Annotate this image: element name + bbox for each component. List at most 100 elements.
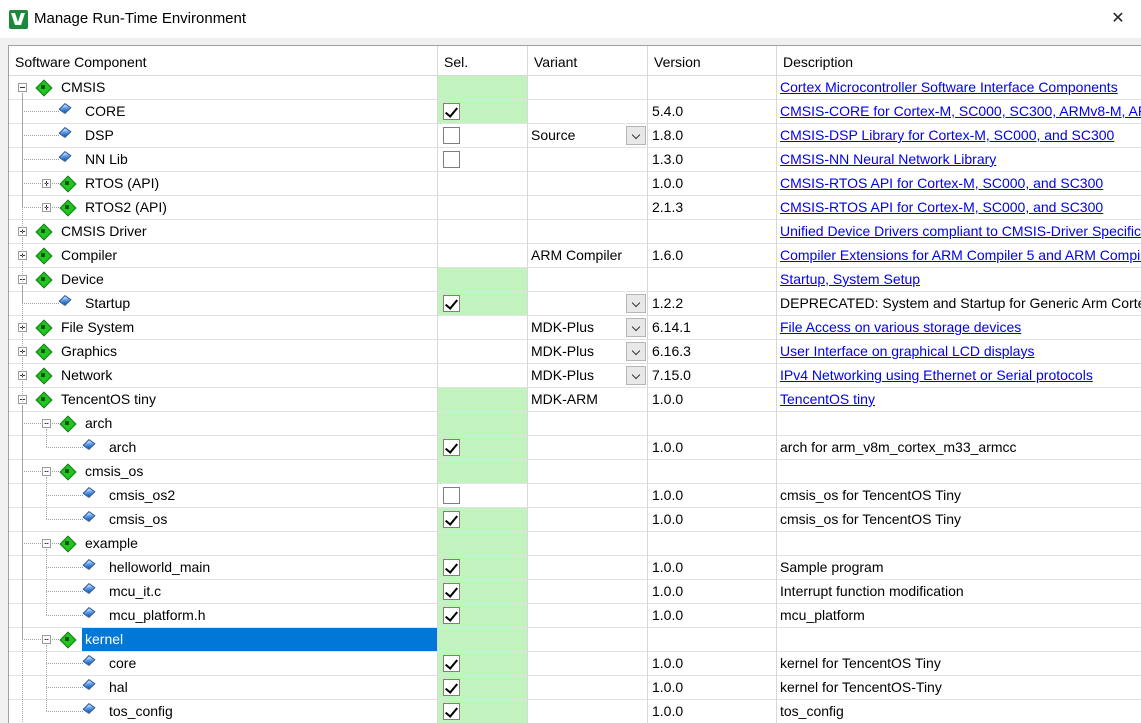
description-link[interactable]: CMSIS-DSP Library for Cortex-M, SC000, a…: [777, 124, 1141, 147]
component-name[interactable]: CMSIS: [61, 76, 105, 99]
component-name[interactable]: File System: [61, 316, 134, 339]
chevron-down-icon[interactable]: [626, 126, 646, 145]
table-row[interactable]: cmsis_os2 1.0.0 cmsis_os for TencentOS Tin…: [9, 484, 1141, 508]
description-link[interactable]: User Interface on graphical LCD displays: [777, 340, 1141, 363]
table-row[interactable]: mcu_it.c 1.0.0 Interrupt function modifica…: [9, 580, 1141, 604]
description-link[interactable]: Unified Device Drivers compliant to CMSI…: [777, 220, 1141, 243]
component-name[interactable]: arch: [85, 412, 112, 435]
close-button[interactable]: ✕: [1095, 0, 1141, 38]
table-row[interactable]: hal 1.0.0 kernel for TencentOS-Tiny: [9, 676, 1141, 700]
description-link[interactable]: CMSIS-RTOS API for Cortex-M, SC000, and …: [777, 196, 1141, 219]
table-row[interactable]: Network MDK-Plus 7.15.0 IPv4 Networking usi…: [9, 364, 1141, 388]
select-checkbox[interactable]: [443, 607, 460, 624]
component-name[interactable]: Compiler: [61, 244, 117, 267]
table-row[interactable]: RTOS (API) 1.0.0 CMSIS-RTOS API for Cortex…: [9, 172, 1141, 196]
component-name[interactable]: core: [109, 652, 136, 675]
description-link[interactable]: CMSIS-RTOS API for Cortex-M, SC000, and …: [777, 172, 1141, 195]
version-value: [648, 460, 776, 483]
variant-cell[interactable]: [528, 292, 647, 315]
table-row[interactable]: RTOS2 (API) 2.1.3 CMSIS-RTOS API for Corte…: [9, 196, 1141, 220]
description-link[interactable]: TencentOS tiny: [777, 388, 1141, 411]
component-name[interactable]: DSP: [85, 124, 114, 147]
select-checkbox[interactable]: [443, 103, 460, 120]
tree-line: [22, 423, 59, 424]
table-row[interactable]: core 1.0.0 kernel for TencentOS Tiny: [9, 652, 1141, 676]
description-link[interactable]: Compiler Extensions for ARM Compiler 5 a…: [777, 244, 1141, 267]
select-checkbox[interactable]: [443, 703, 460, 720]
component-name[interactable]: TencentOS tiny: [61, 388, 156, 411]
table-row[interactable]: helloworld_main 1.0.0 Sample program: [9, 556, 1141, 580]
variant-cell[interactable]: MDK-Plus: [528, 364, 647, 387]
description-link[interactable]: IPv4 Networking using Ethernet or Serial…: [777, 364, 1141, 387]
description-link[interactable]: CMSIS-NN Neural Network Library: [777, 148, 1141, 171]
component-name[interactable]: cmsis_os: [85, 460, 143, 483]
component-name[interactable]: mcu_it.c: [109, 580, 161, 603]
chevron-down-icon[interactable]: [626, 294, 646, 313]
component-name[interactable]: tos_config: [109, 700, 173, 723]
component-name[interactable]: CMSIS Driver: [61, 220, 147, 243]
select-checkbox[interactable]: [443, 511, 460, 528]
select-checkbox[interactable]: [443, 679, 460, 696]
header-sel[interactable]: Sel.: [438, 46, 527, 76]
variant-cell[interactable]: Source: [528, 124, 647, 147]
table-row[interactable]: TencentOS tiny MDK-ARM 1.0.0 TencentOS tiny: [9, 388, 1141, 412]
component-grid: Software Component Sel. Variant Version …: [8, 45, 1141, 723]
description-link[interactable]: File Access on various storage devices: [777, 316, 1141, 339]
select-checkbox[interactable]: [443, 127, 460, 144]
header-software-component[interactable]: Software Component: [9, 46, 437, 76]
select-checkbox[interactable]: [443, 295, 460, 312]
chevron-down-icon[interactable]: [626, 366, 646, 385]
component-name[interactable]: mcu_platform.h: [109, 604, 205, 627]
component-name[interactable]: Startup: [85, 292, 130, 315]
description-link[interactable]: Cortex Microcontroller Software Interfac…: [777, 76, 1141, 99]
header-description[interactable]: Description: [777, 46, 1141, 76]
component-name[interactable]: kernel: [82, 628, 437, 651]
select-checkbox[interactable]: [443, 655, 460, 672]
table-row[interactable]: NN Lib 1.3.0 CMSIS-NN Neural Network Libra…: [9, 148, 1141, 172]
header-variant[interactable]: Variant: [528, 46, 647, 76]
select-checkbox[interactable]: [443, 583, 460, 600]
component-name[interactable]: example: [85, 532, 138, 555]
select-checkbox[interactable]: [443, 487, 460, 504]
table-row[interactable]: arch 1.0.0 arch for arm_v8m_cortex_m33_arm…: [9, 436, 1141, 460]
table-row[interactable]: DSP Source 1.8.0 CMSIS-DSP Library for Cort…: [9, 124, 1141, 148]
table-row[interactable]: CMSIS Cortex Microcontroller Software Int…: [9, 76, 1141, 100]
chevron-down-icon[interactable]: [626, 318, 646, 337]
table-row[interactable]: Startup 1.2.2 DEPRECATED: System and Start…: [9, 292, 1141, 316]
table-row[interactable]: arch: [9, 412, 1141, 436]
table-row[interactable]: Graphics MDK-Plus 6.16.3 User Interface on …: [9, 340, 1141, 364]
component-name[interactable]: helloworld_main: [109, 556, 210, 579]
component-name[interactable]: Device: [61, 268, 104, 291]
description-link[interactable]: Startup, System Setup: [777, 268, 1141, 291]
variant-cell[interactable]: MDK-Plus: [528, 340, 647, 363]
variant-cell[interactable]: MDK-Plus: [528, 316, 647, 339]
component-name[interactable]: RTOS (API): [85, 172, 159, 195]
description-link[interactable]: CMSIS-CORE for Cortex-M, SC000, SC300, A…: [777, 100, 1141, 123]
header-version[interactable]: Version: [648, 46, 776, 76]
component-name[interactable]: arch: [109, 436, 136, 459]
component-name[interactable]: NN Lib: [85, 148, 128, 171]
select-checkbox[interactable]: [443, 559, 460, 576]
table-row[interactable]: Device Startup, System Setup: [9, 268, 1141, 292]
chevron-down-icon[interactable]: [626, 342, 646, 361]
table-row[interactable]: kernel: [9, 628, 1141, 652]
table-row[interactable]: example: [9, 532, 1141, 556]
table-row[interactable]: File System MDK-Plus 6.14.1 File Access on …: [9, 316, 1141, 340]
component-name[interactable]: cmsis_os2: [109, 484, 175, 507]
table-row[interactable]: cmsis_os: [9, 460, 1141, 484]
component-name[interactable]: cmsis_os: [109, 508, 167, 531]
select-checkbox[interactable]: [443, 439, 460, 456]
table-row[interactable]: Compiler ARM Compiler 1.6.0 Compiler Extens…: [9, 244, 1141, 268]
component-name[interactable]: hal: [109, 676, 128, 699]
table-row[interactable]: CORE 5.4.0 CMSIS-CORE for Cortex-M, SC000,…: [9, 100, 1141, 124]
component-name[interactable]: CORE: [85, 100, 125, 123]
collapse-minus-icon[interactable]: [18, 83, 27, 92]
table-row[interactable]: cmsis_os 1.0.0 cmsis_os for TencentOS Tiny: [9, 508, 1141, 532]
component-name[interactable]: RTOS2 (API): [85, 196, 167, 219]
table-row[interactable]: CMSIS Driver Unified Device Drivers compl…: [9, 220, 1141, 244]
select-checkbox[interactable]: [443, 151, 460, 168]
component-name[interactable]: Network: [61, 364, 112, 387]
table-row[interactable]: mcu_platform.h 1.0.0 mcu_platform: [9, 604, 1141, 628]
table-row[interactable]: tos_config 1.0.0 tos_config: [9, 700, 1141, 723]
component-name[interactable]: Graphics: [61, 340, 117, 363]
